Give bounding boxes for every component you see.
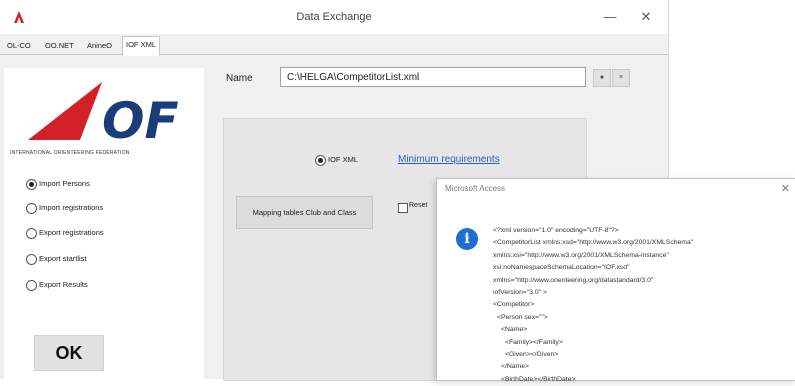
- radio-icon: [26, 202, 37, 214]
- format-label: IOF XML: [328, 155, 359, 164]
- option-import-persons[interactable]: Import Persons: [26, 177, 90, 191]
- xml-line: xsi:noNamespaceSchemaLocation="IOF.xsd": [493, 264, 630, 272]
- dialog-title: Microsoft Access: [445, 184, 506, 193]
- xml-line: <Given></Given>: [505, 351, 559, 359]
- logo-subtitle: INTERNATIONAL ORIENTEERING FEDERATION: [10, 150, 130, 156]
- browse-button[interactable]: ●: [593, 69, 611, 87]
- xml-line: <BirthDate></BirthDate>: [501, 375, 576, 383]
- logo-letters: OF: [102, 92, 179, 144]
- microsoft-access-dialog: Microsoft Access ✕ i <?xml version="1.0"…: [436, 178, 795, 383]
- xml-line: <?xml version="1.0" encoding="UTF-8"?>: [493, 227, 619, 234]
- xml-line: <Name>: [501, 326, 528, 334]
- option-label: Import registrations: [39, 203, 104, 212]
- tab-bar: OL-CO OO.NET AnineO IOF XML: [0, 36, 668, 56]
- window-title: Data Exchange: [296, 11, 372, 23]
- tab-oo-net[interactable]: OO.NET: [42, 38, 77, 54]
- ok-button[interactable]: OK: [34, 335, 104, 371]
- name-label: Name: [226, 73, 253, 84]
- xml-line: <CompetitorList xmlns:xsd="http://www.w3…: [493, 239, 694, 247]
- iof-logo: OF: [28, 82, 179, 144]
- title-bar: Data Exchange — ✕: [0, 0, 668, 34]
- xml-line: <Competitor>: [493, 301, 535, 309]
- radio-icon: [26, 227, 37, 239]
- tab-ol-co[interactable]: OL-CO: [4, 38, 34, 54]
- logo-swoosh: [28, 82, 102, 140]
- close-button[interactable]: ✕: [631, 6, 661, 28]
- option-import-registrations[interactable]: Import registrations: [26, 201, 103, 215]
- option-label: Export startlist: [39, 254, 87, 263]
- option-export-startlist[interactable]: Export startlist: [26, 252, 87, 266]
- dialog-close-button[interactable]: ✕: [781, 182, 790, 195]
- option-export-results[interactable]: Export Results: [26, 278, 88, 292]
- mapping-tables-button[interactable]: Mapping tables Club and Class: [236, 196, 373, 229]
- minimum-requirements-link[interactable]: Minimum requirements: [398, 154, 500, 165]
- radio-icon: [26, 279, 37, 291]
- radio-icon: [26, 178, 37, 190]
- option-label: Export Results: [39, 280, 88, 289]
- clear-button[interactable]: ×: [612, 69, 630, 87]
- tab-iof-xml[interactable]: IOF XML: [122, 36, 161, 56]
- info-icon: i: [456, 228, 478, 250]
- tab-anineo[interactable]: AnineO: [84, 38, 115, 54]
- minimize-button[interactable]: —: [595, 6, 625, 28]
- reset-checkbox[interactable]: [398, 203, 408, 213]
- left-panel: OF INTERNATIONAL ORIENTEERING FEDERATION: [4, 68, 204, 379]
- option-label: Export registrations: [39, 228, 104, 237]
- xml-line: </Name>: [501, 363, 529, 371]
- option-export-registrations[interactable]: Export registrations: [26, 226, 104, 240]
- format-iof-xml[interactable]: IOF XML: [315, 153, 358, 167]
- xml-line: <Family></Family>: [505, 338, 563, 346]
- xml-line: <Person sex="">: [497, 313, 548, 321]
- xml-line: iofVersion="3.0" >: [493, 289, 547, 297]
- name-field[interactable]: C:\HELGA\CompetitorList.xml: [280, 67, 586, 87]
- xml-message: <?xml version="1.0" encoding="UTF-8"?> <…: [493, 225, 788, 386]
- option-label: Import Persons: [39, 179, 90, 188]
- xml-line: xmlns="http://www.orienteering.org/datas…: [493, 276, 654, 284]
- radio-icon: [315, 154, 326, 166]
- reset-label: Reset: [409, 202, 428, 209]
- xml-line: xmlns:xsi="http://www.w3.org/2001/XMLSch…: [493, 251, 669, 259]
- radio-icon: [26, 253, 37, 265]
